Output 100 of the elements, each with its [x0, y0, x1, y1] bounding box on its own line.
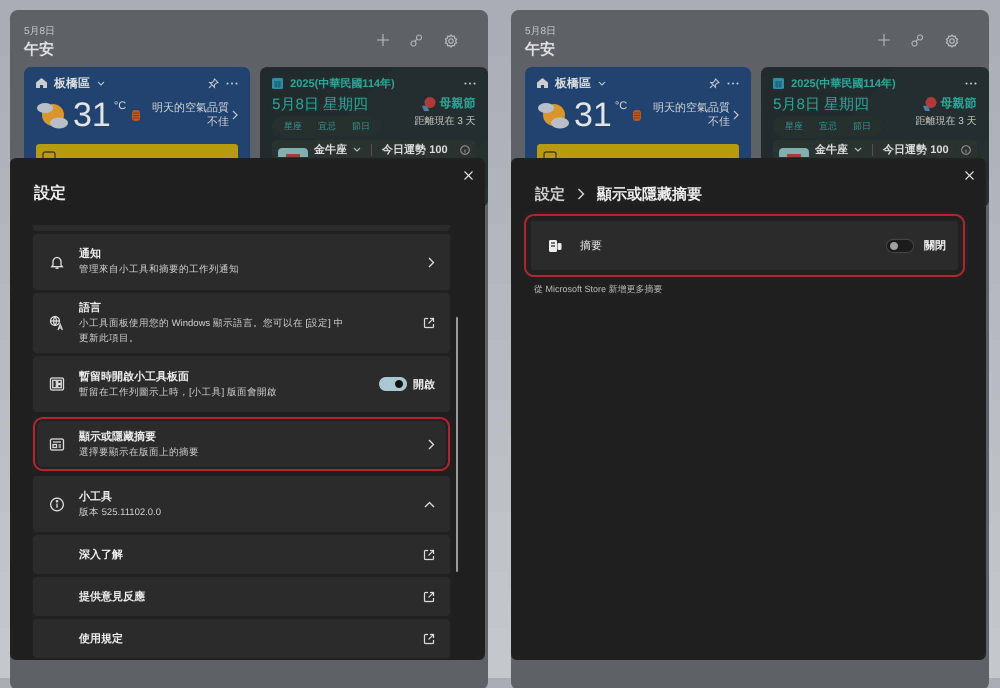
fortune-score: 今日運勢 100: [883, 142, 949, 157]
chevron-down-icon[interactable]: [353, 147, 362, 152]
info-icon[interactable]: [960, 144, 971, 154]
more-icon[interactable]: [727, 82, 740, 84]
calendar-tab[interactable]: 宜忌: [811, 118, 846, 135]
chevron-down-icon[interactable]: [97, 80, 105, 86]
location-name[interactable]: 板橋區: [555, 74, 591, 92]
item-description: 小工具面板使用您的 Windows 顯示語言。您可以在 [設定] 中更新此項目。: [79, 317, 344, 346]
item-title: 顯示或隱藏摘要: [79, 430, 157, 444]
toggle-state-label: 開啟: [413, 378, 435, 392]
item-title: 摘要: [580, 238, 602, 253]
item-title: 小工具: [79, 490, 113, 504]
home-icon: [537, 78, 548, 88]
temperature-unit: °C: [614, 100, 628, 112]
pin-icon[interactable]: [709, 78, 720, 88]
add-icon[interactable]: [377, 34, 389, 46]
air-quality-text[interactable]: 明天的空氣品質不佳: [644, 100, 730, 130]
close-icon[interactable]: [964, 170, 974, 180]
zodiac-name[interactable]: 金牛座: [314, 142, 348, 157]
info-icon[interactable]: [460, 144, 470, 154]
calendar-icon: [773, 78, 784, 88]
calendar-tab[interactable]: 節日: [845, 118, 880, 135]
board-date: 5月8日: [24, 25, 56, 38]
sun-cloud-icon: [36, 100, 70, 130]
external-link-icon: [423, 590, 435, 603]
temperature: 31: [73, 98, 111, 132]
toggle-state-label: 關閉: [924, 239, 946, 253]
toggle-switch[interactable]: [379, 377, 407, 392]
external-link-icon: [423, 632, 435, 645]
chevron-right-icon: [577, 188, 585, 200]
calendar-tab[interactable]: 星座: [777, 118, 812, 135]
flower-icon: [922, 96, 938, 110]
item-description: 版本 525.11102.0.0: [79, 506, 161, 520]
dialog-title: 顯示或隱藏摘要: [597, 184, 702, 204]
sun-cloud-icon: [537, 100, 571, 130]
holiday-name: 母親節: [940, 95, 977, 112]
temperature-unit: °C: [114, 100, 126, 112]
flower-icon: [420, 96, 437, 110]
scrollbar[interactable]: [456, 317, 458, 572]
settings-icon[interactable]: [444, 34, 458, 48]
chevron-right-icon[interactable]: [733, 110, 740, 120]
news-feed-icon: [49, 438, 65, 451]
language-icon: [49, 315, 65, 332]
settings-item[interactable]: 顯示或隱藏摘要 選擇要顯示在版面上的摘要: [33, 417, 450, 472]
calendar-year: 2025(中華民國114年): [290, 76, 395, 90]
fortune-score: 今日運勢 100: [382, 142, 448, 157]
zodiac-badge-icon: [779, 148, 810, 157]
chevron-down-icon[interactable]: [598, 80, 606, 86]
settings-item[interactable]: 小工具 版本 525.11102.0.0: [33, 476, 450, 532]
store-link[interactable]: 從 Microsoft Store 新增更多摘要: [534, 283, 663, 296]
calendar-date: 5月8日 星期四: [773, 95, 870, 114]
greeting: 午安: [24, 40, 55, 59]
nodes-icon[interactable]: [410, 34, 423, 47]
settings-item[interactable]: 語言 小工具面板使用您的 Windows 顯示語言。您可以在 [設定] 中更新此項目。: [33, 293, 450, 354]
air-quality-text[interactable]: 明天的空氣品質不佳: [143, 100, 230, 130]
panel-layout-icon: [49, 377, 65, 392]
settings-link-item[interactable]: 提供意見反應: [33, 577, 450, 616]
settings-item[interactable]: 暫留時開啟小工具板面 暫留在工作列圖示上時，[小工具] 版面會開啟 開啟: [33, 356, 450, 412]
more-icon[interactable]: [464, 82, 476, 84]
pin-icon[interactable]: [208, 78, 220, 88]
toggle-switch[interactable]: [886, 238, 914, 252]
calendar-tab[interactable]: 宜忌: [310, 118, 344, 135]
dialog-title: 設定: [34, 183, 67, 204]
link-title: 提供意見反應: [79, 590, 145, 604]
calendar-year: 2025(中華民國114年): [791, 76, 896, 90]
item-title: 語言: [79, 300, 102, 315]
item-description: 暫留在工作列圖示上時，[小工具] 版面會開啟: [79, 386, 277, 400]
add-icon[interactable]: [878, 34, 890, 46]
settings-link-item[interactable]: 使用規定: [33, 619, 450, 658]
settings-icon[interactable]: [945, 34, 959, 48]
external-link-icon: [423, 548, 435, 561]
link-title: 深入了解: [79, 548, 123, 562]
chevron-right-icon: [428, 256, 435, 268]
holiday-name: 母親節: [440, 95, 476, 112]
settings-item[interactable]: 通知 管理來自小工具和摘要的工作列通知: [33, 234, 450, 290]
more-icon[interactable]: [226, 82, 238, 84]
nodes-icon[interactable]: [911, 34, 924, 47]
bell-icon: [49, 254, 65, 270]
calendar-tab[interactable]: 星座: [276, 118, 310, 135]
close-icon[interactable]: [464, 170, 472, 180]
calendar-tab[interactable]: 節日: [344, 118, 378, 135]
item-title: 暫留時開啟小工具板面: [79, 370, 190, 384]
item-title: 通知: [79, 246, 102, 262]
zodiac-name[interactable]: 金牛座: [815, 142, 848, 157]
location-name[interactable]: 板橋區: [54, 74, 90, 92]
board-date: 5月8日: [525, 25, 556, 38]
settings-link-item[interactable]: 深入了解: [33, 535, 450, 574]
home-icon: [36, 78, 47, 88]
more-icon[interactable]: [964, 82, 977, 84]
chevron-down-icon[interactable]: [854, 147, 862, 152]
countdown: 距離現在 3 天: [915, 115, 977, 128]
air-quality-icon: [633, 110, 642, 120]
external-link-icon: [423, 317, 435, 330]
air-quality-icon: [132, 110, 140, 120]
breadcrumb-link[interactable]: 設定: [535, 184, 565, 204]
link-title: 使用規定: [79, 632, 123, 646]
item-description: 選擇要顯示在版面上的摘要: [79, 446, 199, 460]
calendar-icon: [272, 78, 284, 88]
chevron-right-icon[interactable]: [232, 110, 238, 120]
zodiac-badge-icon: [278, 148, 308, 157]
